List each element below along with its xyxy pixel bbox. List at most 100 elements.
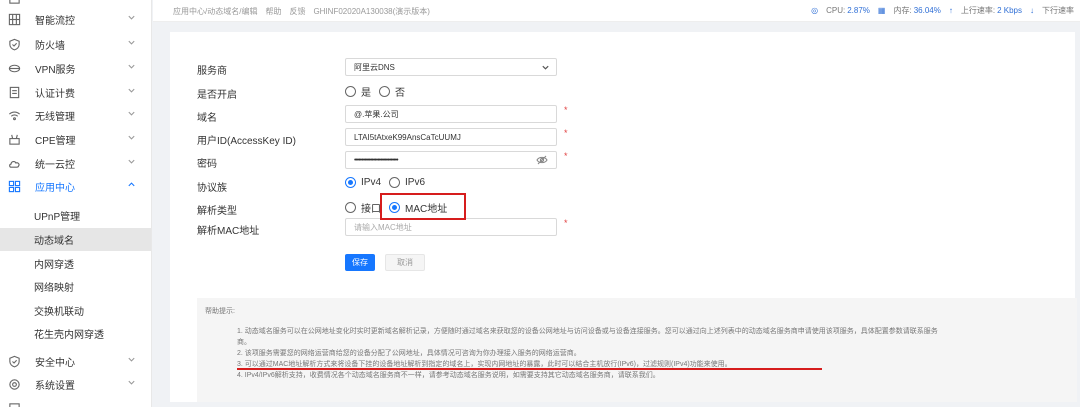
breadcrumb: 应用中心/动态域名/编辑 帮助 反馈 GHINF02020A130038(演示版… bbox=[173, 6, 430, 17]
sidebar-item-security-center[interactable]: 安全中心 bbox=[0, 350, 151, 373]
sidebar-item-vpn[interactable]: VPN服务 bbox=[0, 57, 151, 80]
upload-label: 上行速率: bbox=[960, 6, 996, 15]
sidebar-item-label: 认证计费 bbox=[35, 89, 75, 100]
mac-address-input[interactable]: 请输入MAC地址 bbox=[345, 218, 557, 236]
resolve-type-label: 解析类型 bbox=[197, 206, 237, 217]
device-id: GHINF02020A130038(演示版本) bbox=[313, 7, 430, 16]
memory-icon: ▦ bbox=[877, 6, 886, 15]
help-line: 4. IPv4/IPv6解析支持，收费情况各个动态域名服务商不一样，请参考动态域… bbox=[237, 372, 660, 379]
password-value: •••••••••••••••••••••••••••••• bbox=[354, 156, 399, 164]
access-key-value: LTAI5tAtxeK99AnsCaTcUUMJ bbox=[354, 132, 461, 142]
sidebar-subitem-oray-penetration[interactable]: 花生壳内网穿透 bbox=[0, 322, 151, 345]
main-panel: 服务商 阿里云DNS 是否开启 是 否 域名 @.苹果.公司 * 用户ID(Ac… bbox=[170, 32, 1077, 402]
help-title: 帮助提示: bbox=[205, 308, 235, 315]
highlight-box-mac bbox=[380, 193, 466, 220]
resolve-interface-label: 接口 bbox=[361, 204, 381, 215]
enabled-yes-option[interactable]: 是 bbox=[345, 84, 371, 99]
wifi-icon bbox=[7, 109, 21, 123]
protocol-ipv6-option[interactable]: IPv6 bbox=[389, 177, 425, 188]
protocol-ipv4-option[interactable]: IPv4 bbox=[345, 177, 381, 188]
password-input[interactable]: •••••••••••••••••••••••••••••• bbox=[345, 151, 557, 169]
enabled-no-option[interactable]: 否 bbox=[379, 84, 405, 99]
domain-value: @.苹果.公司 bbox=[354, 109, 399, 119]
provider-label: 服务商 bbox=[197, 66, 227, 77]
chevron-down-icon bbox=[541, 63, 550, 72]
top-bar: 应用中心/动态域名/编辑 帮助 反馈 GHINF02020A130038(演示版… bbox=[153, 0, 1080, 22]
provider-select[interactable]: 阿里云DNS bbox=[345, 58, 557, 76]
sidebar-subitem-label: 网络映射 bbox=[34, 283, 74, 294]
system-status: ◎ CPU: 2.87% ▦ 内存: 36.04% ↑ 上行速率: 2 Kbps… bbox=[811, 5, 1074, 16]
help-line: 1. 动态域名服务可以在公网地址变化时实时更新域名解析记录，方便随时通过域名来获… bbox=[237, 328, 938, 335]
protocol-ipv6-label: IPv6 bbox=[405, 177, 426, 188]
radio-button[interactable] bbox=[389, 177, 401, 188]
chevron-down-icon bbox=[127, 109, 137, 119]
resolve-interface-option[interactable]: 接口 bbox=[345, 200, 381, 215]
sidebar-item-wireless[interactable]: 无线管理 bbox=[0, 104, 151, 127]
grid-icon bbox=[7, 13, 21, 27]
sidebar-subitem-ddns[interactable]: 动态域名 bbox=[0, 228, 151, 251]
sidebar-item-cpe[interactable]: CPE管理 bbox=[0, 128, 151, 151]
enabled-yes-label: 是 bbox=[361, 88, 371, 99]
sidebar-item-label: 安全中心 bbox=[35, 358, 75, 369]
sidebar-subitem-label: 动态域名 bbox=[34, 236, 74, 247]
user-id-label: 用户ID(AccessKey ID) bbox=[197, 136, 296, 147]
domain-row: 域名 @.苹果.公司 * bbox=[170, 105, 1075, 125]
resolve-type-row: 解析类型 接口 MAC地址 bbox=[170, 198, 1075, 218]
chevron-down-icon bbox=[127, 13, 137, 23]
sidebar-subitem-label: 内网穿透 bbox=[34, 260, 74, 271]
help-box: 帮助提示: 1. 动态域名服务可以在公网地址变化时实时更新域名解析记录，方便随时… bbox=[197, 298, 1077, 402]
provider-value: 阿里云DNS bbox=[354, 62, 395, 72]
required-mark: * bbox=[564, 218, 568, 228]
sidebar-item-label: 统一云控 bbox=[35, 160, 75, 171]
sidebar-subitem-switch-linkage[interactable]: 交换机联动 bbox=[0, 299, 151, 322]
eye-slash-icon[interactable] bbox=[536, 155, 548, 165]
chevron-up-icon bbox=[127, 180, 137, 190]
help-lines: 1. 动态域名服务可以在公网地址变化时实时更新域名解析记录，方便随时通过域名来获… bbox=[237, 326, 1071, 381]
sidebar-subitem-intranet-penetration[interactable]: 内网穿透 bbox=[0, 252, 151, 275]
radio-button[interactable] bbox=[379, 86, 390, 97]
enabled-no-label: 否 bbox=[395, 88, 405, 99]
security-icon bbox=[7, 355, 21, 369]
save-button[interactable]: 保存 bbox=[345, 254, 375, 271]
sidebar-item-system-settings[interactable]: 系统设置 bbox=[0, 373, 151, 396]
radio-button[interactable] bbox=[345, 86, 356, 97]
help-line: 2. 该项服务需要您的网络运营商给您的设备分配了公网地址，具体情况可咨询为你办理… bbox=[237, 350, 581, 357]
feedback-link[interactable]: 反馈 bbox=[289, 6, 305, 17]
cpu-icon: ◎ bbox=[811, 6, 819, 15]
sidebar-item-label: VPN服务 bbox=[35, 65, 76, 76]
sidebar-item-app-center[interactable]: 应用中心 bbox=[0, 175, 151, 198]
upload-icon: ↑ bbox=[948, 6, 953, 15]
sidebar-subitem-label: 花生壳内网穿透 bbox=[34, 330, 104, 341]
access-key-input[interactable]: LTAI5tAtxeK99AnsCaTcUUMJ bbox=[345, 128, 557, 146]
sidebar-item-more[interactable] bbox=[0, 397, 151, 407]
protocol-radio-group: IPv4 IPv6 bbox=[345, 177, 433, 188]
sidebar-item-label: 应用中心 bbox=[35, 183, 75, 194]
chevron-down-icon bbox=[127, 38, 137, 48]
sidebar-subitem-label: UPnP管理 bbox=[34, 212, 81, 223]
chevron-down-icon bbox=[127, 133, 137, 143]
domain-input[interactable]: @.苹果.公司 bbox=[345, 105, 557, 123]
sidebar-item-label: 防火墙 bbox=[35, 41, 65, 52]
protocol-row: 协议族 IPv4 IPv6 bbox=[170, 175, 1075, 195]
sidebar-item-flow-control[interactable]: 智能流控 bbox=[0, 8, 151, 31]
apps-icon bbox=[7, 180, 21, 194]
protocol-label: 协议族 bbox=[197, 183, 227, 194]
radio-button[interactable] bbox=[345, 202, 356, 213]
sidebar-item-cloud[interactable]: 统一云控 bbox=[0, 152, 151, 175]
sidebar-item-label: 智能流控 bbox=[35, 16, 75, 27]
radio-button[interactable] bbox=[345, 177, 356, 188]
sidebar-item-auth-billing[interactable]: 认证计费 bbox=[0, 81, 151, 104]
sidebar-subitem-upnp[interactable]: UPnP管理 bbox=[0, 204, 151, 227]
document-icon bbox=[7, 86, 21, 100]
help-link[interactable]: 帮助 bbox=[265, 6, 281, 17]
vpn-icon bbox=[7, 62, 21, 76]
cancel-button[interactable]: 取消 bbox=[385, 254, 425, 271]
network-icon bbox=[7, 0, 21, 6]
chevron-down-icon bbox=[127, 355, 137, 365]
chevron-down-icon bbox=[127, 157, 137, 167]
shield-icon bbox=[7, 38, 21, 52]
upload-value: 2 Kbps bbox=[997, 6, 1022, 15]
sidebar-subitem-network-mapping[interactable]: 网络映射 bbox=[0, 275, 151, 298]
sidebar-item-firewall[interactable]: 防火墙 bbox=[0, 33, 151, 56]
help-line: 商。 bbox=[237, 339, 251, 346]
